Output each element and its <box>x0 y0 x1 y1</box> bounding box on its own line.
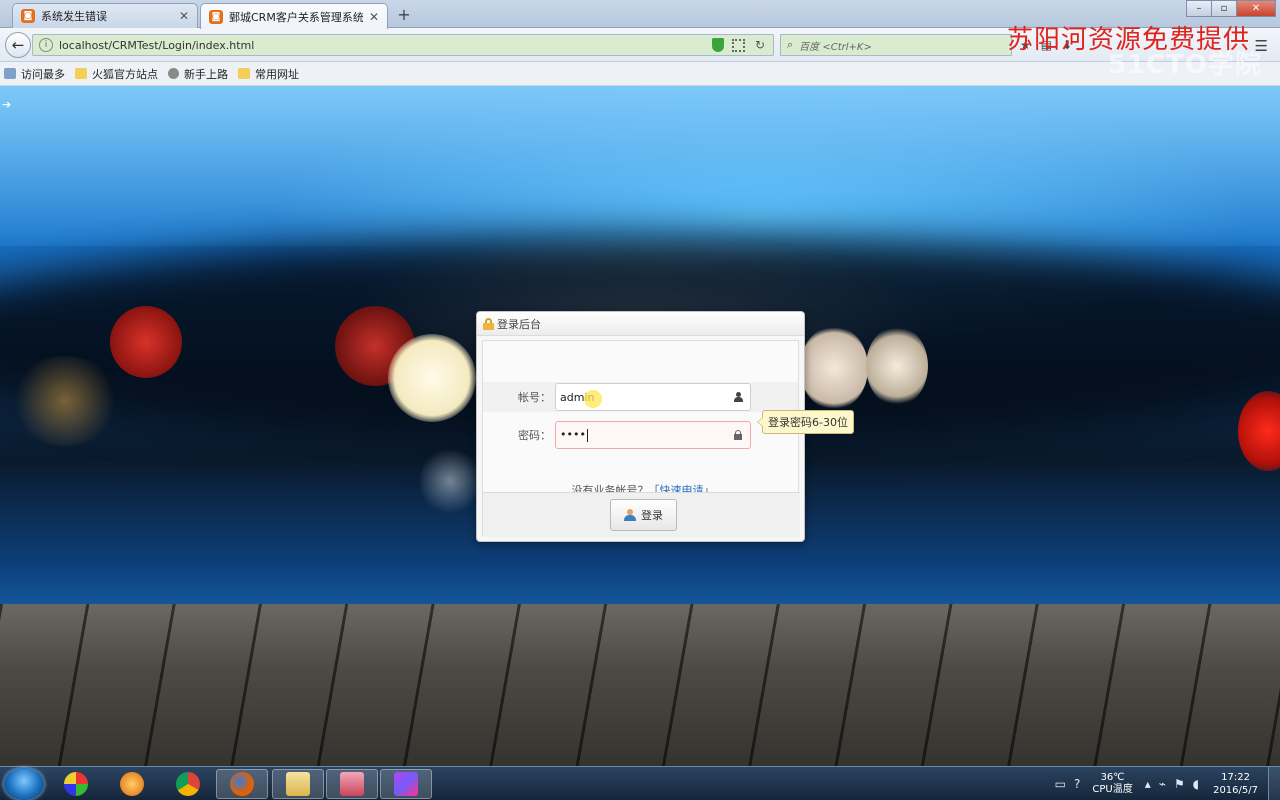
pinwheel-icon <box>64 772 88 796</box>
bokeh-light <box>10 356 120 446</box>
taskbar-app-tool[interactable] <box>106 769 158 799</box>
user-icon <box>730 392 746 402</box>
folder-icon <box>238 68 250 79</box>
window-controls: – ▫ ✕ <box>1186 0 1276 17</box>
cpu-temperature[interactable]: 36℃ CPU温度 <box>1092 772 1132 796</box>
tab-label: 鄄城CRM客户关系管理系统 <box>229 10 363 24</box>
volume-icon[interactable]: ◖ <box>1193 777 1199 791</box>
password-value-wrap[interactable]: •••• <box>560 428 730 442</box>
bokeh-light <box>866 326 928 406</box>
folder-icon <box>75 68 87 79</box>
bokeh-light <box>420 446 480 516</box>
close-window-button[interactable]: ✕ <box>1236 0 1276 17</box>
password-label: 密码： <box>518 429 551 442</box>
url-text[interactable]: localhost/CRMTest/Login/index.html <box>59 39 712 52</box>
address-bar[interactable]: i localhost/CRMTest/Login/index.html ↻ <box>32 34 774 56</box>
bokeh-light <box>800 326 868 410</box>
mouse-pointer-icon: ➔ <box>2 98 12 111</box>
new-tab-button[interactable]: + <box>394 5 414 24</box>
cursor-highlight <box>584 390 602 408</box>
wooden-floor <box>0 604 1280 766</box>
taskbar-app-explorer[interactable] <box>272 769 324 799</box>
tab-error[interactable]: ◙ 系统发生错误 ✕ <box>12 3 198 28</box>
user-login-icon <box>624 509 637 521</box>
back-button[interactable]: ← <box>5 32 31 58</box>
phpstorm-icon <box>394 772 418 796</box>
bookmark-firefox-site[interactable]: 火狐官方站点 <box>75 66 158 82</box>
globe-icon <box>168 68 179 79</box>
password-input[interactable]: •••• <box>555 421 751 449</box>
bokeh-light <box>110 306 182 378</box>
app-icon <box>120 772 144 796</box>
lock-icon <box>483 317 494 330</box>
bookmark-common-sites[interactable]: 常用网址 <box>238 66 299 82</box>
bookmark-icon <box>4 68 16 79</box>
bookmarks-toolbar: 访问最多 火狐官方站点 新手上路 常用网址 <box>0 62 1280 86</box>
password-row: 密码： •••• <box>483 420 798 450</box>
network-drive-icon[interactable]: ▭ <box>1055 777 1066 791</box>
dialog-title: 登录后台 <box>497 317 541 331</box>
bookmark-label: 新手上路 <box>184 67 228 81</box>
info-icon[interactable]: i <box>39 38 53 52</box>
maximize-button[interactable]: ▫ <box>1211 0 1237 17</box>
search-placeholder: 百度 <Ctrl+K> <box>799 41 872 53</box>
power-icon[interactable]: ⌁ <box>1159 777 1166 791</box>
help-icon[interactable]: ? <box>1074 777 1080 791</box>
login-button-label: 登录 <box>641 509 663 522</box>
taskbar: ▭ ? 36℃ CPU温度 ▴ ⌁ ⚑ ◖ 17:22 2016/5/7 <box>0 766 1280 800</box>
sky-glow <box>0 86 1280 246</box>
cpu-temp-value: 36℃ <box>1100 772 1125 783</box>
cpu-temp-label: CPU温度 <box>1092 784 1133 795</box>
login-button[interactable]: 登录 <box>610 499 677 531</box>
text-caret <box>586 428 588 442</box>
folder-icon <box>286 772 310 796</box>
bookmark-label: 访问最多 <box>21 67 65 81</box>
page-favicon-icon: ◙ <box>21 9 35 23</box>
watermark-text: 苏阳河资源免费提供 <box>1006 25 1250 55</box>
bookmark-most-visited[interactable]: 访问最多 <box>4 66 65 82</box>
action-center-icon[interactable]: ⚑ <box>1174 777 1185 791</box>
firefox-icon <box>230 772 254 796</box>
taskbar-app-pinwheel[interactable] <box>50 769 102 799</box>
system-tray: ▭ ? 36℃ CPU温度 ▴ ⌁ ⚑ ◖ 17:22 2016/5/7 <box>1051 767 1280 800</box>
login-dialog: 登录后台 帐号： admin 密码： •••• 没有业务帐号？「快速申请」 登录… <box>476 311 854 542</box>
account-label: 帐号： <box>518 391 551 404</box>
password-value[interactable]: •••• <box>560 428 586 441</box>
clock-date: 2016/5/7 <box>1213 785 1258 796</box>
dialog-titlebar: 登录后台 <box>477 312 804 336</box>
page-favicon-icon: ◙ <box>209 9 223 24</box>
reload-icon[interactable]: ↻ <box>755 38 765 52</box>
tray-expand-icon[interactable]: ▴ <box>1145 777 1151 791</box>
taskbar-app-firefox[interactable] <box>216 769 268 799</box>
tab-label: 系统发生错误 <box>41 10 107 23</box>
start-button[interactable] <box>4 768 44 800</box>
bookmark-label: 常用网址 <box>255 67 299 81</box>
dialog-footer: 登录 <box>483 492 800 537</box>
search-icon: ⌕ <box>787 38 794 51</box>
shield-icon[interactable] <box>711 38 724 52</box>
show-desktop-button[interactable] <box>1268 767 1280 800</box>
password-lock-icon <box>730 430 746 440</box>
taskbar-app-chrome[interactable] <box>162 769 214 799</box>
search-box[interactable]: ⌕ 百度 <Ctrl+K> <box>780 34 1012 56</box>
clock-time: 17:22 <box>1221 772 1250 783</box>
account-input[interactable]: admin <box>555 383 751 411</box>
taskbar-app-document[interactable] <box>326 769 378 799</box>
bokeh-light <box>388 334 476 422</box>
tab-crm-login[interactable]: ◙ 鄄城CRM客户关系管理系统 ✕ <box>200 3 388 29</box>
qr-code-icon[interactable] <box>731 38 745 52</box>
bookmark-getting-started[interactable]: 新手上路 <box>168 66 228 82</box>
taskbar-app-phpstorm[interactable] <box>380 769 432 799</box>
account-row: 帐号： admin <box>483 382 798 412</box>
minimize-button[interactable]: – <box>1186 0 1212 17</box>
tab-close-icon[interactable]: ✕ <box>179 9 189 23</box>
chrome-icon <box>176 772 200 796</box>
bookmark-label: 火狐官方站点 <box>92 67 158 81</box>
password-tooltip: 登录密码6-30位 <box>757 410 854 434</box>
clock[interactable]: 17:22 2016/5/7 <box>1213 771 1258 797</box>
tab-close-icon[interactable]: ✕ <box>369 10 379 24</box>
document-icon <box>340 772 364 796</box>
